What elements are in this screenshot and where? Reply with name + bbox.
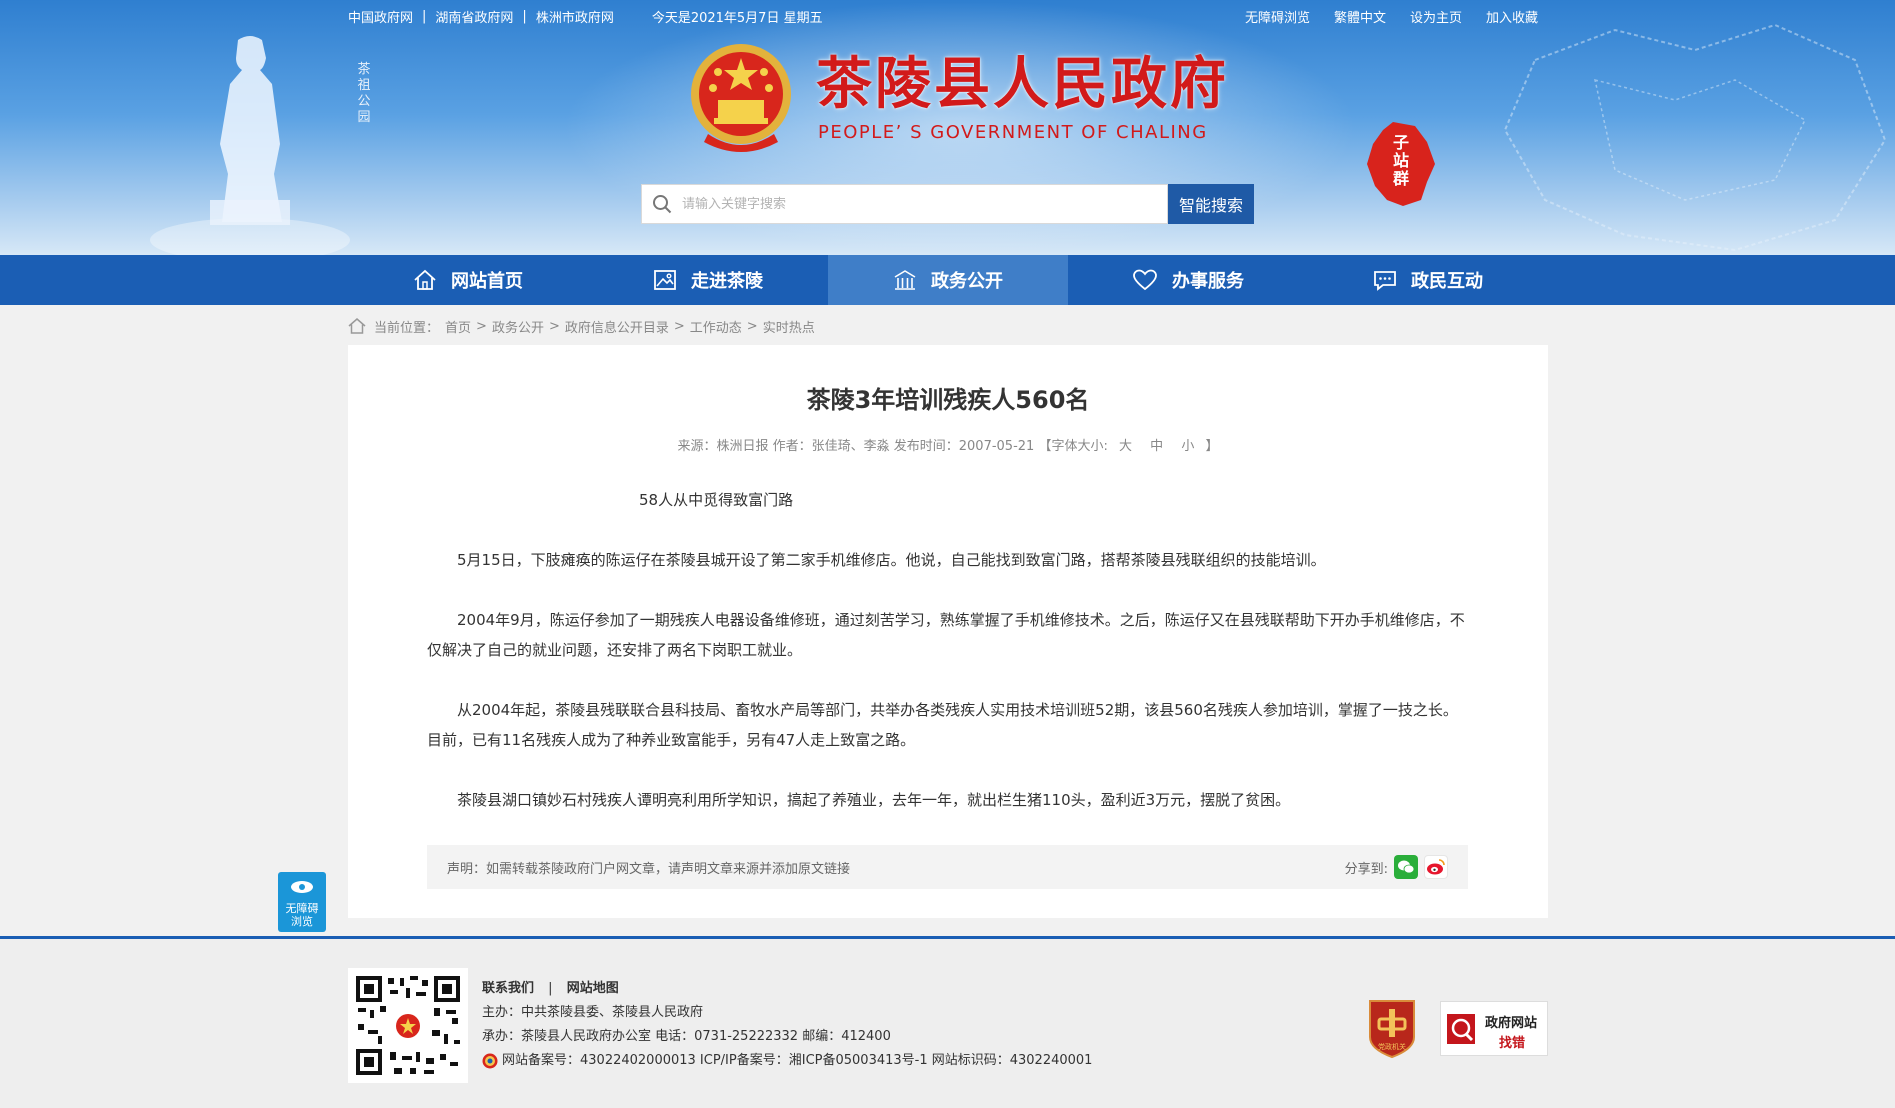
article-declaration-bar: 声明：如需转载茶陵政府门户网文章，请声明文章来源并添加原文链接 分享到: bbox=[427, 845, 1468, 889]
breadcrumb-separator: > bbox=[673, 318, 685, 334]
article-meta: 来源：株洲日报 作者：张佳琦、李淼 发布时间：2007-05-21 【字体大小:… bbox=[348, 435, 1548, 454]
qr-code-image bbox=[348, 968, 468, 1083]
article-paragraph: 5月15日，下肢瘫痪的陈运仔在茶陵县城开设了第二家手机维修店。他说，自己能找到致… bbox=[457, 551, 1326, 569]
share-group: 分享到: bbox=[1345, 855, 1448, 879]
wechat-share-icon[interactable] bbox=[1394, 855, 1418, 879]
footer-record: 网站备案号：43022402000013 ICP/IP备案号：湘ICP备0500… bbox=[502, 1053, 1093, 1068]
article-source-info: 来源：株洲日报 作者：张佳琦、李淼 发布时间：2007-05-21 bbox=[677, 439, 1035, 454]
font-size-end: 】 bbox=[1205, 439, 1219, 454]
article-subtitle: 58人从中觅得致富门路 bbox=[639, 491, 794, 509]
article-paragraph: 2004年9月，陈运仔参加了一期残疾人电器设备维修班，通过刻苦学习，熟练掌握了手… bbox=[427, 611, 1465, 659]
breadcrumb-prefix: 当前位置： bbox=[374, 320, 440, 336]
error-badge-title: 政府网站 bbox=[1485, 1016, 1538, 1031]
nav-interaction[interactable]: 政民互动 bbox=[1308, 255, 1548, 305]
separator: | bbox=[422, 8, 427, 24]
nav-home[interactable]: 网站首页 bbox=[348, 255, 588, 305]
breadcrumb-separator: > bbox=[476, 318, 487, 334]
header-banner: 茶祖公园 中国政府网 | 湖南省政府网 | 株洲市政府网 今天是2021年5月7… bbox=[0, 0, 1895, 255]
accessible-float-label: 无障碍浏览 bbox=[285, 902, 319, 928]
national-emblem-icon bbox=[691, 44, 791, 152]
breadcrumb-separator: > bbox=[746, 318, 758, 334]
article-panel: 茶陵3年培训残疾人560名 来源：株洲日报 作者：张佳琦、李淼 发布时间：200… bbox=[348, 345, 1548, 918]
breadcrumb-gov-affairs[interactable]: 政务公开 bbox=[492, 317, 544, 336]
statue-image bbox=[150, 36, 350, 255]
contact-us-link[interactable]: 联系我们 bbox=[482, 981, 534, 996]
nav-about-label: 走进茶陵 bbox=[691, 271, 763, 292]
map-decoration bbox=[1503, 23, 1887, 252]
article-paragraph: 茶陵县湖口镇妙石村残疾人谭明亮利用所学知识，搞起了养殖业，去年一年，就出栏生猪1… bbox=[457, 791, 1291, 809]
accessible-browse-link[interactable]: 无障碍浏览 bbox=[1245, 7, 1310, 26]
building-icon bbox=[894, 270, 916, 290]
search-icon bbox=[642, 185, 682, 223]
footer-record-row: 网站备案号：43022402000013 ICP/IP备案号：湘ICP备0500… bbox=[482, 1049, 1092, 1073]
police-badge-icon bbox=[482, 1053, 498, 1069]
add-favorite-link[interactable]: 加入收藏 bbox=[1486, 7, 1538, 26]
share-label: 分享到: bbox=[1344, 861, 1388, 877]
reprint-declaration: 声明：如需转载茶陵政府门户网文章，请声明文章来源并添加原文链接 bbox=[447, 861, 851, 877]
nav-services-label: 办事服务 bbox=[1172, 271, 1244, 292]
park-vertical-label: 茶祖公园 bbox=[357, 62, 371, 125]
search-input[interactable] bbox=[682, 186, 1167, 222]
party-government-badge[interactable]: 党政机关 bbox=[1366, 997, 1418, 1059]
home-icon bbox=[414, 269, 436, 290]
picture-icon bbox=[654, 270, 676, 290]
separator: | bbox=[522, 8, 527, 24]
weibo-share-icon[interactable] bbox=[1424, 855, 1448, 879]
subsite-group-label[interactable]: 子站群 bbox=[1392, 134, 1410, 188]
nav-services[interactable]: 办事服务 bbox=[1068, 255, 1308, 305]
error-badge-subtitle: 找错 bbox=[1499, 1036, 1526, 1051]
nav-interaction-label: 政民互动 bbox=[1411, 271, 1483, 292]
footer: 联系我们 | 网站地图 主办：中共茶陵县委、茶陵县人民政府 承办：茶陵县人民政府… bbox=[0, 939, 1895, 1108]
traditional-chinese-link[interactable]: 繁體中文 bbox=[1334, 7, 1386, 26]
font-size-medium[interactable]: 中 bbox=[1150, 439, 1163, 454]
top-links: 中国政府网 | 湖南省政府网 | 株洲市政府网 今天是2021年5月7日 星期五 bbox=[348, 7, 823, 26]
site-title: 茶陵县人民政府 bbox=[816, 51, 1229, 117]
link-zhuzhou-gov[interactable]: 株洲市政府网 bbox=[536, 7, 614, 26]
font-size-small[interactable]: 小 bbox=[1181, 439, 1194, 454]
article-title: 茶陵3年培训残疾人560名 bbox=[806, 386, 1090, 414]
separator: | bbox=[548, 981, 553, 996]
site-subtitle: PEOPLE’ S GOVERNMENT OF CHALING bbox=[818, 122, 1208, 143]
accessible-float-button[interactable]: 无障碍浏览 bbox=[278, 872, 326, 932]
link-hunan-gov[interactable]: 湖南省政府网 bbox=[435, 7, 513, 26]
home-icon bbox=[348, 318, 366, 334]
set-homepage-link[interactable]: 设为主页 bbox=[1410, 7, 1462, 26]
nav-gov-affairs[interactable]: 政务公开 bbox=[828, 255, 1068, 305]
utility-links: 无障碍浏览 繁體中文 设为主页 加入收藏 bbox=[1245, 7, 1538, 26]
main-nav: 网站首页 走进茶陵 政务公开 办事服务 政民互动 bbox=[0, 255, 1895, 305]
footer-info: 联系我们 | 网站地图 主办：中共茶陵县委、茶陵县人民政府 承办：茶陵县人民政府… bbox=[482, 977, 1092, 1073]
eye-icon bbox=[291, 881, 313, 893]
nav-home-label: 网站首页 bbox=[451, 271, 523, 292]
font-size-label: 【字体大小: bbox=[1038, 439, 1108, 454]
breadcrumb-home[interactable]: 首页 bbox=[445, 317, 471, 336]
party-badge-text: 党政机关 bbox=[1378, 1042, 1406, 1051]
sitemap-link[interactable]: 网站地图 bbox=[567, 981, 619, 996]
font-size-switch: 【字体大小: 大 中 小 】 bbox=[1038, 439, 1218, 454]
font-size-large[interactable]: 大 bbox=[1119, 439, 1132, 454]
link-gov-cn[interactable]: 中国政府网 bbox=[348, 7, 413, 26]
nav-gov-affairs-label: 政务公开 bbox=[931, 271, 1003, 292]
breadcrumb-catalog[interactable]: 政府信息公开目录 bbox=[565, 317, 669, 336]
chat-icon bbox=[1374, 271, 1396, 291]
heart-icon bbox=[1133, 269, 1157, 291]
footer-links: 联系我们 | 网站地图 bbox=[482, 977, 1092, 1001]
smart-search-button[interactable]: 智能搜索 bbox=[1168, 184, 1254, 224]
search-box bbox=[641, 184, 1168, 224]
search-bar: 智能搜索 bbox=[641, 184, 1254, 224]
article-paragraph: 从2004年起，茶陵县残联联合县科技局、畜牧水产局等部门，共举办各类残疾人实用技… bbox=[427, 701, 1458, 749]
breadcrumb: 当前位置： 首页 > 政务公开 > 政府信息公开目录 > 工作动态 > 实时热点 bbox=[348, 316, 815, 336]
breadcrumb-separator: > bbox=[548, 318, 560, 334]
gov-site-error-badge[interactable]: 政府网站 找错 bbox=[1440, 1001, 1548, 1056]
breadcrumb-hot-topics[interactable]: 实时热点 bbox=[763, 317, 815, 336]
article-body: 58人从中觅得致富门路 5月15日，下肢瘫痪的陈运仔在茶陵县城开设了第二家手机维… bbox=[427, 485, 1470, 845]
footer-host: 主办：中共茶陵县委、茶陵县人民政府 bbox=[482, 1005, 704, 1020]
footer-organizer: 承办：茶陵县人民政府办公室 电话：0731-25222332 邮编：412400 bbox=[482, 1029, 891, 1044]
nav-about[interactable]: 走进茶陵 bbox=[588, 255, 828, 305]
breadcrumb-work-news[interactable]: 工作动态 bbox=[690, 317, 742, 336]
current-date: 今天是2021年5月7日 星期五 bbox=[651, 10, 823, 26]
